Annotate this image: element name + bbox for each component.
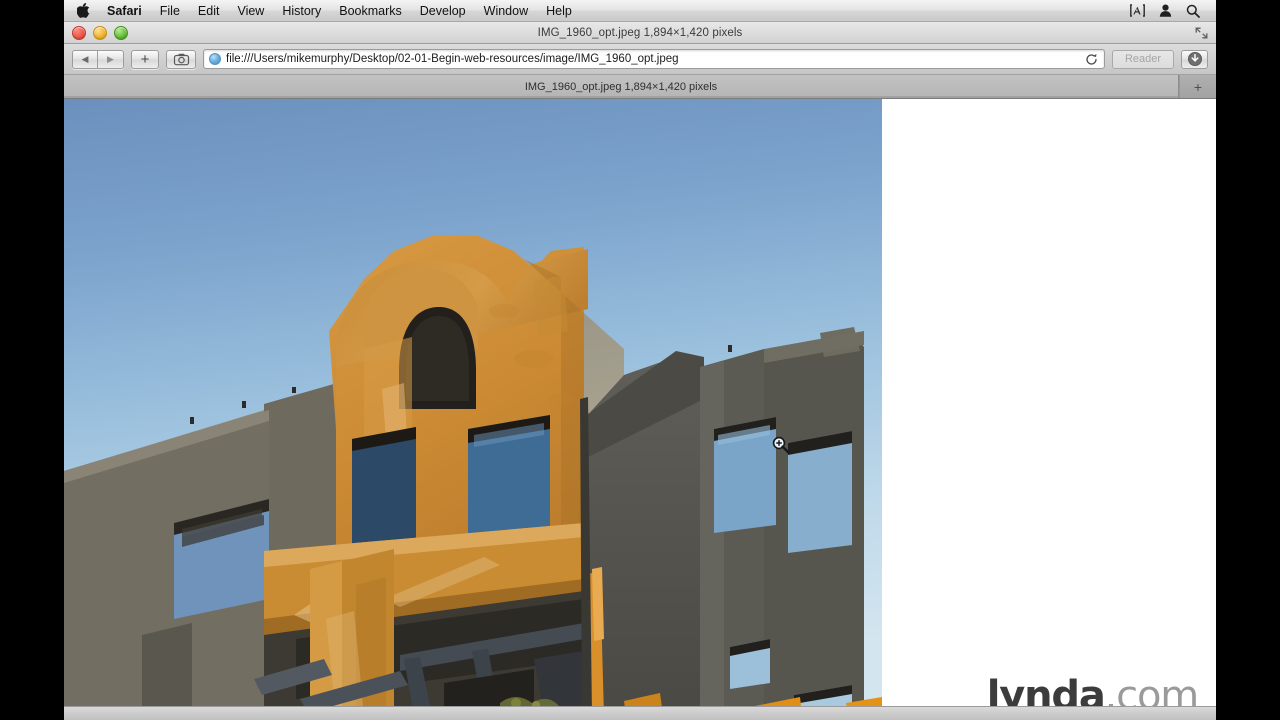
forward-arrow-icon: ▶: [107, 53, 114, 64]
letterbox-right: [1216, 0, 1280, 720]
fullscreen-icon[interactable]: [1194, 26, 1208, 39]
photo-image[interactable]: [64, 99, 882, 716]
page-content: lynda.com: [64, 99, 1216, 720]
reload-icon: [1086, 53, 1097, 65]
spotlight-search-icon[interactable]: [1186, 4, 1200, 18]
menu-item-develop[interactable]: Develop: [411, 0, 475, 22]
zoom-window-button[interactable]: [114, 26, 128, 40]
tab-title: IMG_1960_opt.jpeg 1,894×1,420 pixels: [524, 80, 718, 93]
menu-item-safari[interactable]: Safari: [98, 0, 151, 22]
apple-logo-icon[interactable]: [76, 3, 90, 19]
downloads-icon: [1187, 52, 1202, 66]
desktop: Safari File Edit View History Bookmarks …: [64, 0, 1216, 720]
menu-item-view[interactable]: View: [228, 0, 273, 22]
window-bottom-strip: [64, 706, 1216, 720]
safari-window: IMG_1960_opt.jpeg 1,894×1,420 pixels ◀ ▶…: [64, 22, 1216, 720]
menu-item-window[interactable]: Window: [475, 0, 537, 22]
tab-active[interactable]: IMG_1960_opt.jpeg 1,894×1,420 pixels: [64, 75, 1179, 98]
reader-button[interactable]: Reader: [1112, 49, 1174, 69]
address-bar[interactable]: file:///Users/mikemurphy/Desktop/02-01-B…: [203, 49, 1105, 69]
letterbox-left: [0, 0, 64, 720]
input-menu-icon[interactable]: [1130, 4, 1145, 17]
add-bookmark-button[interactable]: +: [131, 49, 159, 69]
menu-item-bookmarks[interactable]: Bookmarks: [330, 0, 411, 22]
window-traffic-lights: [72, 26, 128, 40]
back-arrow-icon: ◀: [81, 53, 89, 64]
screen-root: Safari File Edit View History Bookmarks …: [0, 0, 1280, 720]
browser-toolbar: ◀ ▶ + file:///Users/mikemurphy/Desktop/0…: [64, 44, 1216, 75]
mac-menu-bar: Safari File Edit View History Bookmarks …: [64, 0, 1216, 22]
photo-artwork: [64, 99, 882, 716]
new-tab-button[interactable]: +: [1179, 75, 1216, 98]
forward-button[interactable]: ▶: [98, 49, 124, 69]
menu-bar-status-icons: [1130, 4, 1210, 18]
user-account-icon[interactable]: [1159, 4, 1172, 17]
url-text[interactable]: file:///Users/mikemurphy/Desktop/02-01-B…: [226, 53, 1079, 65]
back-button[interactable]: ◀: [72, 49, 98, 69]
share-button[interactable]: [166, 49, 196, 69]
tab-bar: IMG_1960_opt.jpeg 1,894×1,420 pixels +: [64, 75, 1216, 99]
close-window-button[interactable]: [72, 26, 86, 40]
menu-item-edit[interactable]: Edit: [189, 0, 229, 22]
menu-item-file[interactable]: File: [151, 0, 189, 22]
share-icon: [173, 53, 189, 65]
menu-item-history[interactable]: History: [273, 0, 330, 22]
menu-bar-items: Safari File Edit View History Bookmarks …: [74, 0, 1130, 22]
minimize-window-button[interactable]: [93, 26, 107, 40]
navigation-buttons: ◀ ▶: [72, 49, 124, 69]
menu-item-help[interactable]: Help: [537, 0, 581, 22]
page-favicon-icon: [209, 53, 221, 65]
reload-button[interactable]: [1083, 51, 1100, 68]
downloads-button[interactable]: [1181, 49, 1208, 69]
window-title-bar[interactable]: IMG_1960_opt.jpeg 1,894×1,420 pixels: [64, 22, 1216, 44]
window-title: IMG_1960_opt.jpeg 1,894×1,420 pixels: [537, 26, 743, 39]
